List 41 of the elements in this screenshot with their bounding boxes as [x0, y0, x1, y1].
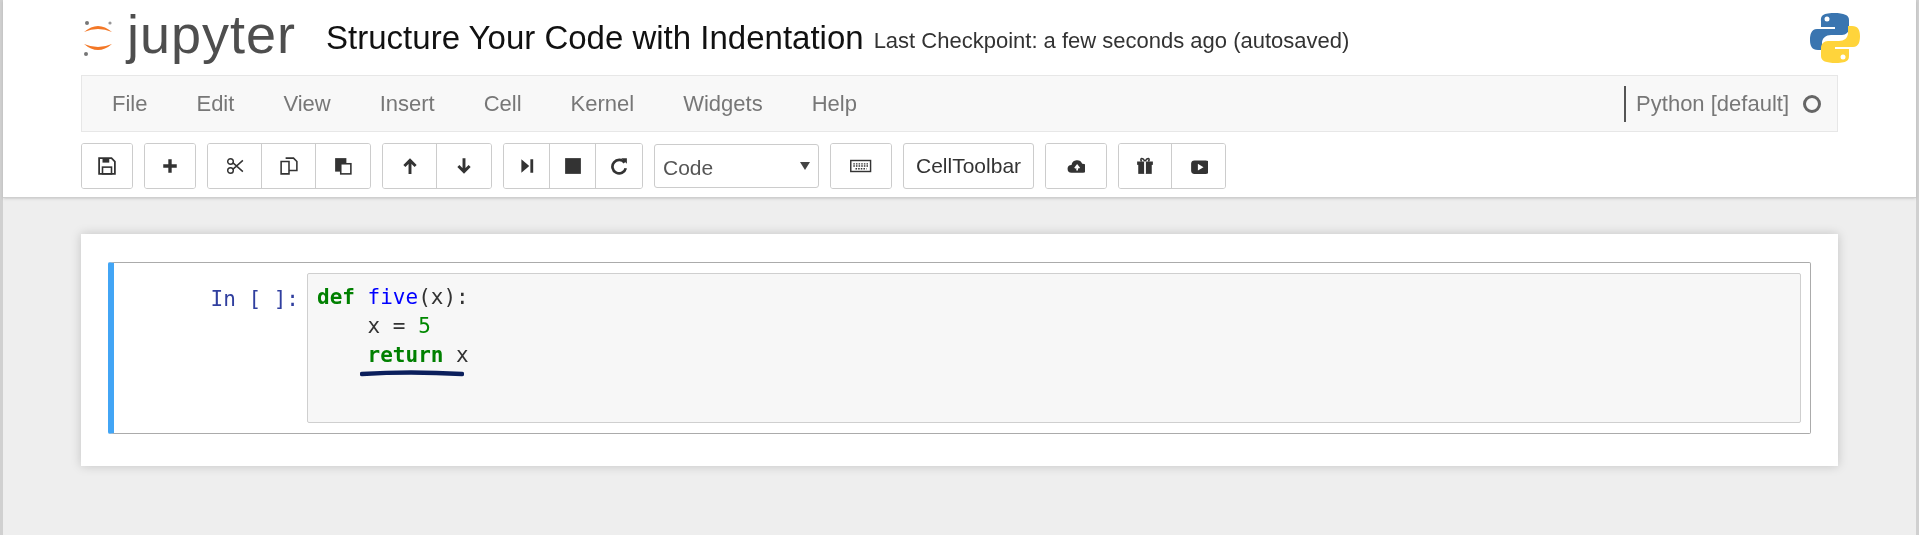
paste-icon — [334, 157, 352, 175]
menu-item[interactable]: Cell — [483, 87, 571, 120]
refresh-icon — [610, 157, 628, 175]
scissors-icon — [225, 157, 244, 175]
menu-item[interactable]: Help — [811, 87, 906, 120]
menu-item[interactable]: Insert — [379, 87, 484, 120]
cloud-upload-icon — [1067, 157, 1086, 175]
cloud-upload-button[interactable] — [1046, 144, 1107, 188]
plus-button[interactable] — [145, 144, 195, 188]
step-forward-button[interactable] — [504, 144, 550, 188]
scissors-button[interactable] — [208, 144, 262, 188]
menu-item[interactable]: File — [112, 87, 197, 120]
keyboard-icon — [850, 157, 872, 175]
down-arrow-icon — [455, 157, 473, 175]
menu-item[interactable]: View — [283, 87, 380, 120]
input-prompt: In [ ]: — [209, 286, 300, 313]
keyboard-button[interactable] — [831, 144, 891, 188]
code-cell[interactable]: In [ ]: def five(x): x = 5 return x — [108, 262, 1811, 434]
checkpoint-status: Last Checkpoint: a few seconds ago (autosaved) — [873, 27, 1350, 55]
up-arrow-button[interactable] — [383, 144, 437, 188]
code-line: def five(x): — [317, 284, 469, 311]
menu-item[interactable]: Kernel — [570, 87, 684, 120]
code-line: return x — [367, 342, 469, 369]
play-icon — [1189, 157, 1208, 175]
menu-item[interactable]: Widgets — [683, 87, 812, 120]
gift-icon — [1136, 157, 1155, 175]
save-button[interactable] — [82, 144, 132, 188]
notebook-title[interactable]: Structure Your Code with Indentation — [326, 12, 864, 63]
plus-icon — [161, 157, 179, 175]
cell-toolbar-button[interactable]: CellToolbar — [903, 143, 1035, 189]
cell-type-dropdown[interactable]: Code — [654, 144, 819, 188]
python-logo-icon — [1809, 10, 1861, 65]
caret-icon — [800, 162, 810, 170]
code-line: x = 5 — [367, 313, 431, 340]
menu-item[interactable]: Edit — [196, 87, 284, 120]
kernel-name: Python [default] — [1636, 90, 1789, 118]
copy-icon — [279, 157, 298, 175]
stop-icon — [563, 157, 582, 175]
gift-button[interactable] — [1119, 144, 1173, 188]
save-icon — [98, 157, 116, 175]
code-editor[interactable]: def five(x): x = 5 return x — [307, 273, 1801, 423]
